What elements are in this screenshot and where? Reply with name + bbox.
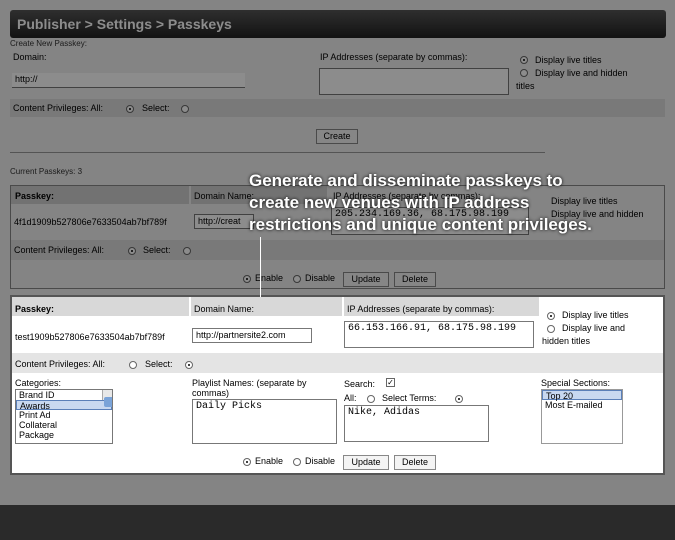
privileges-band (10, 99, 665, 117)
hl-disable-label: Disable (305, 456, 336, 466)
row1-disable-radio[interactable] (293, 275, 301, 283)
caption-line-2: create new venues with IP address (249, 193, 530, 212)
create-button[interactable]: Create (316, 129, 358, 144)
highlighted-passkey-panel: Passkey: Domain Name: IP Addresses (sepa… (10, 295, 665, 475)
hl-categories-list[interactable]: Brand ID Awards Print Ad Collateral Pack… (15, 389, 113, 444)
category-item-selected[interactable]: Awards (16, 400, 112, 411)
domain-label: Domain: (13, 52, 47, 62)
create-section-label: Create New Passkey: (10, 39, 87, 48)
row1-select-label: Select: (143, 245, 171, 255)
hl-passkey-value: test1909b527806e7633504ab7bf789f (15, 332, 165, 342)
domain-col-label: Domain Name: (194, 191, 255, 201)
category-item[interactable]: Collateral (16, 420, 112, 430)
hl-search-terms-radio[interactable] (455, 395, 463, 403)
hl-playlist-label-2: commas) (192, 388, 230, 398)
caption-line-3: restrictions and unique content privileg… (249, 215, 592, 234)
hl-display-live-label: Display live titles (562, 310, 629, 320)
display-live-hidden-radio[interactable] (520, 69, 528, 77)
hl-display-live-radio[interactable] (547, 312, 555, 320)
display-live-label: Display live titles (535, 55, 602, 65)
row1-update-button[interactable]: Update (343, 272, 389, 287)
hl-select-label: Select: (145, 359, 173, 369)
row1-privileges-label: Content Privileges: All: (14, 245, 105, 255)
display-live-hidden-label: Display live and hidden (535, 68, 628, 78)
domain-field[interactable]: http://creat (194, 214, 254, 229)
caption-line-1: Generate and disseminate passkeys to (249, 171, 563, 190)
privileges-select-label: Select: (142, 103, 170, 113)
hl-search-label: Search: (344, 379, 376, 389)
passkey-value: 4f1d1909b527806e7633504ab7bf789f (14, 217, 167, 227)
hl-display-live-hidden-label: Display live and (562, 323, 626, 333)
hl-categories-label: Categories: (15, 378, 62, 388)
hl-display-live-hidden-radio[interactable] (547, 325, 555, 333)
domain-input[interactable]: http:// (12, 73, 245, 88)
current-count-label: Current Passkeys: 3 (10, 167, 83, 176)
hl-ip-field[interactable]: 66.153.166.91, 68.175.98.199 (344, 321, 534, 348)
hl-delete-button[interactable]: Delete (394, 455, 436, 470)
page-title: Publisher > Settings > Passkeys (17, 16, 232, 32)
passkey-col-label: Passkey: (15, 191, 55, 201)
row1-privileges-band (11, 240, 664, 260)
hl-all-radio[interactable] (129, 361, 137, 369)
categories-scrollbar[interactable] (102, 390, 112, 407)
hl-disable-radio[interactable] (293, 458, 301, 466)
special-item[interactable]: Most E-mailed (542, 400, 622, 410)
callout-pointer (260, 237, 261, 297)
hl-domain-field[interactable]: http://partnersite2.com (192, 328, 312, 343)
hl-search-all-radio[interactable] (367, 395, 375, 403)
scroll-thumb[interactable] (104, 397, 112, 407)
ip-label: IP Addresses (separate by commas): (320, 52, 468, 62)
callout-caption: Generate and disseminate passkeys to cre… (249, 170, 629, 236)
hl-search-all-label: All: (344, 393, 357, 403)
category-item[interactable]: Brand ID (16, 390, 112, 400)
hl-playlist-label: Playlist Names: (separate by (192, 378, 307, 388)
hl-select-radio[interactable] (185, 361, 193, 369)
privileges-label: Content Privileges: All: (13, 103, 104, 113)
hl-playlist-field[interactable]: Daily Picks (192, 399, 337, 444)
row1-enable-radio[interactable] (243, 275, 251, 283)
bottom-strip (0, 505, 675, 540)
hl-privileges-band (12, 353, 663, 373)
hl-search-field[interactable]: Nike, Adidas (344, 405, 489, 442)
row1-delete-button[interactable]: Delete (394, 272, 436, 287)
hl-search-checkbox[interactable]: ✓ (386, 378, 395, 387)
hl-passkey-col-label: Passkey: (15, 304, 55, 314)
category-item[interactable]: Package (16, 430, 112, 440)
privileges-select-radio[interactable] (181, 105, 189, 113)
hl-special-list[interactable]: Top 20 Most E-mailed (541, 389, 623, 444)
hl-hidden-titles-label: hidden titles (542, 336, 591, 346)
hl-enable-radio[interactable] (243, 458, 251, 466)
privileges-all-radio[interactable] (126, 105, 134, 113)
titles-label: titles (516, 81, 535, 91)
row1-disable-label: Disable (305, 273, 336, 283)
hl-update-button[interactable]: Update (343, 455, 389, 470)
category-item[interactable]: Print Ad (16, 410, 112, 420)
hl-ip-col-label: IP Addresses (separate by commas): (347, 304, 495, 314)
hl-privileges-label: Content Privileges: All: (15, 359, 106, 369)
ip-input[interactable] (319, 68, 509, 95)
special-item-selected[interactable]: Top 20 (542, 390, 622, 401)
hl-search-terms-label: Select Terms: (382, 393, 437, 403)
row1-all-radio[interactable] (128, 247, 136, 255)
hl-enable-label: Enable (255, 456, 284, 466)
display-live-radio[interactable] (520, 56, 528, 64)
row1-select-radio[interactable] (183, 247, 191, 255)
hl-special-label: Special Sections: (541, 378, 611, 388)
title-bar: Publisher > Settings > Passkeys (10, 10, 666, 38)
hl-domain-col-label: Domain Name: (194, 304, 255, 314)
divider (10, 152, 545, 153)
